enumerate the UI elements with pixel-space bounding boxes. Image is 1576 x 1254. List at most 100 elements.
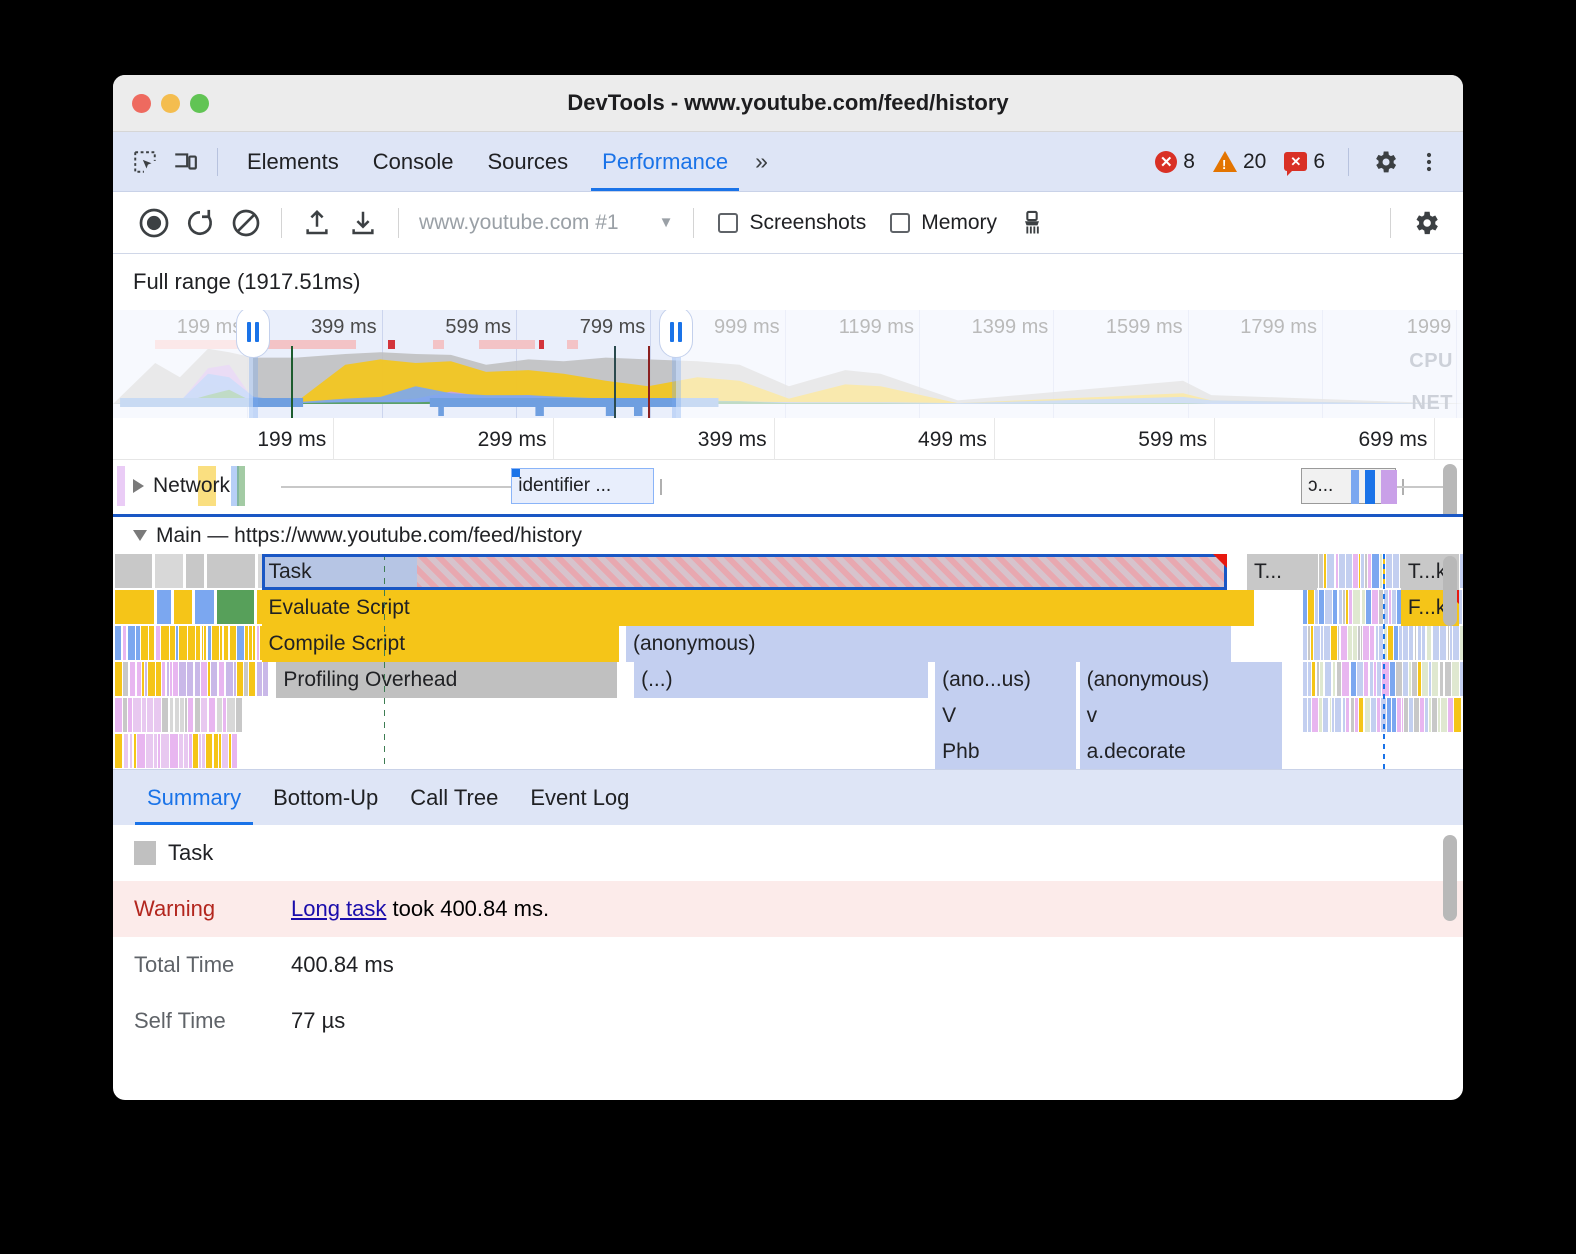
long-task-hatch[interactable] <box>417 554 1227 590</box>
flame-micro-bar[interactable] <box>1323 698 1328 732</box>
flame-micro-bar[interactable] <box>1425 698 1428 732</box>
flame-micro-bar[interactable] <box>115 590 154 624</box>
flame-micro-bar[interactable] <box>1370 662 1373 696</box>
flame-bar[interactable]: V <box>935 698 1075 734</box>
flame-micro-bar[interactable] <box>1445 662 1451 696</box>
flame-micro-bar[interactable] <box>186 554 203 588</box>
vertical-scrollbar-thumb-lower[interactable] <box>1443 556 1457 626</box>
flame-micro-bar[interactable] <box>1349 590 1352 624</box>
flame-micro-bar[interactable] <box>1422 626 1426 660</box>
flame-bar[interactable]: v <box>1080 698 1283 734</box>
flame-bar[interactable]: Evaluate Script <box>262 590 1254 626</box>
main-track-header[interactable]: Main — https://www.youtube.com/feed/hist… <box>113 514 1463 554</box>
flame-micro-bar[interactable] <box>257 626 259 660</box>
flame-micro-bar[interactable] <box>199 734 201 768</box>
flame-micro-bar[interactable] <box>179 734 183 768</box>
flame-micro-bar[interactable] <box>1371 698 1376 732</box>
flame-micro-bar[interactable] <box>1390 662 1395 696</box>
flame-micro-bar[interactable] <box>1353 626 1357 660</box>
flame-micro-bar[interactable] <box>1308 626 1310 660</box>
flame-micro-bar[interactable] <box>175 698 179 732</box>
flame-micro-bar[interactable] <box>1460 554 1463 588</box>
download-profile-icon[interactable] <box>340 200 386 246</box>
flame-micro-bar[interactable] <box>230 626 236 660</box>
flame-micro-bar[interactable] <box>1438 698 1440 732</box>
flame-micro-bar[interactable] <box>1418 662 1421 696</box>
flame-micro-bar[interactable] <box>1448 698 1453 732</box>
flame-micro-bar[interactable] <box>1399 626 1402 660</box>
flame-micro-bar[interactable] <box>1341 626 1347 660</box>
flame-micro-bar[interactable] <box>161 734 169 768</box>
flame-micro-bar[interactable] <box>167 662 169 696</box>
flame-micro-bar[interactable] <box>1324 554 1327 588</box>
flame-micro-bar[interactable] <box>123 626 127 660</box>
flame-micro-bar[interactable] <box>1311 626 1313 660</box>
flame-micro-bar[interactable] <box>1433 626 1440 660</box>
flame-micro-bar[interactable] <box>219 734 221 768</box>
flame-micro-bar[interactable] <box>232 734 237 768</box>
flame-micro-bar[interactable] <box>1335 698 1342 732</box>
flame-micro-bar[interactable] <box>1361 554 1364 588</box>
flame-micro-bar[interactable] <box>223 698 226 732</box>
flame-micro-bar[interactable] <box>1351 662 1356 696</box>
flame-micro-bar[interactable] <box>249 662 255 696</box>
flame-bar[interactable]: (...) <box>634 662 928 698</box>
flame-micro-bar[interactable] <box>1362 590 1365 624</box>
flame-bar[interactable]: (anonymous) <box>626 626 1231 662</box>
flame-micro-bar[interactable] <box>1336 554 1338 588</box>
flame-micro-bar[interactable] <box>1450 626 1451 660</box>
flame-micro-bar[interactable] <box>219 662 225 696</box>
flame-micro-bar[interactable] <box>209 698 215 732</box>
flame-micro-bar[interactable] <box>202 734 204 768</box>
tab-summary[interactable]: Summary <box>131 770 257 825</box>
flame-micro-bar[interactable] <box>1365 554 1367 588</box>
flame-micro-bar[interactable] <box>173 662 178 696</box>
flame-micro-bar[interactable] <box>1448 626 1450 660</box>
network-track-header[interactable]: Network <box>133 474 230 498</box>
flame-micro-bar[interactable] <box>124 734 129 768</box>
flame-micro-bar[interactable] <box>236 698 242 732</box>
flame-micro-bar[interactable] <box>161 626 168 660</box>
zoom-window-button[interactable] <box>190 94 209 113</box>
flame-micro-bar[interactable] <box>1429 698 1430 732</box>
flame-bar[interactable]: a.decorate <box>1080 734 1283 769</box>
flame-micro-bar[interactable] <box>170 734 177 768</box>
flame-micro-bar[interactable] <box>1392 698 1396 732</box>
flame-micro-bar[interactable] <box>1368 554 1371 588</box>
flame-micro-bar[interactable] <box>1403 662 1408 696</box>
flame-micro-bar[interactable] <box>130 662 136 696</box>
flame-micro-bar[interactable] <box>1308 590 1314 624</box>
flame-micro-bar[interactable] <box>1409 626 1413 660</box>
flame-micro-bar[interactable] <box>188 698 194 732</box>
flame-micro-bar[interactable] <box>158 734 160 768</box>
flame-micro-bar[interactable] <box>128 698 132 732</box>
flame-bar[interactable]: Compile Script <box>262 626 620 662</box>
flame-micro-bar[interactable] <box>176 626 177 660</box>
flame-micro-bar[interactable] <box>1303 698 1307 732</box>
flame-micro-bar[interactable] <box>211 662 218 696</box>
flame-bar[interactable]: Profiling Overhead <box>276 662 616 698</box>
flame-micro-bar[interactable] <box>1415 626 1417 660</box>
flame-bar[interactable]: (ano...us) <box>935 662 1075 698</box>
flame-micro-bar[interactable] <box>1312 698 1318 732</box>
flame-micro-bar[interactable] <box>1389 590 1390 624</box>
flame-micro-bar[interactable] <box>1343 698 1346 732</box>
flame-micro-bar[interactable] <box>1422 662 1427 696</box>
flame-micro-bar[interactable] <box>1460 662 1463 696</box>
screenshots-checkbox[interactable]: Screenshots <box>706 211 878 235</box>
flame-micro-bar[interactable] <box>115 626 121 660</box>
flame-micro-bar[interactable] <box>226 662 234 696</box>
flame-micro-bar[interactable] <box>1358 626 1360 660</box>
flame-micro-bar[interactable] <box>1396 662 1402 696</box>
flame-micro-bar[interactable] <box>208 626 211 660</box>
flame-micro-bar[interactable] <box>217 698 222 732</box>
flame-bar[interactable]: Phb <box>935 734 1075 769</box>
clear-icon[interactable] <box>223 200 269 246</box>
minimize-window-button[interactable] <box>161 94 180 113</box>
flame-micro-bar[interactable] <box>234 662 236 696</box>
flame-micro-bar[interactable] <box>184 734 188 768</box>
flame-micro-bar[interactable] <box>1420 698 1424 732</box>
flame-micro-bar[interactable] <box>1441 698 1446 732</box>
flame-micro-bar[interactable] <box>1321 626 1323 660</box>
flame-micro-bar[interactable] <box>1348 626 1352 660</box>
